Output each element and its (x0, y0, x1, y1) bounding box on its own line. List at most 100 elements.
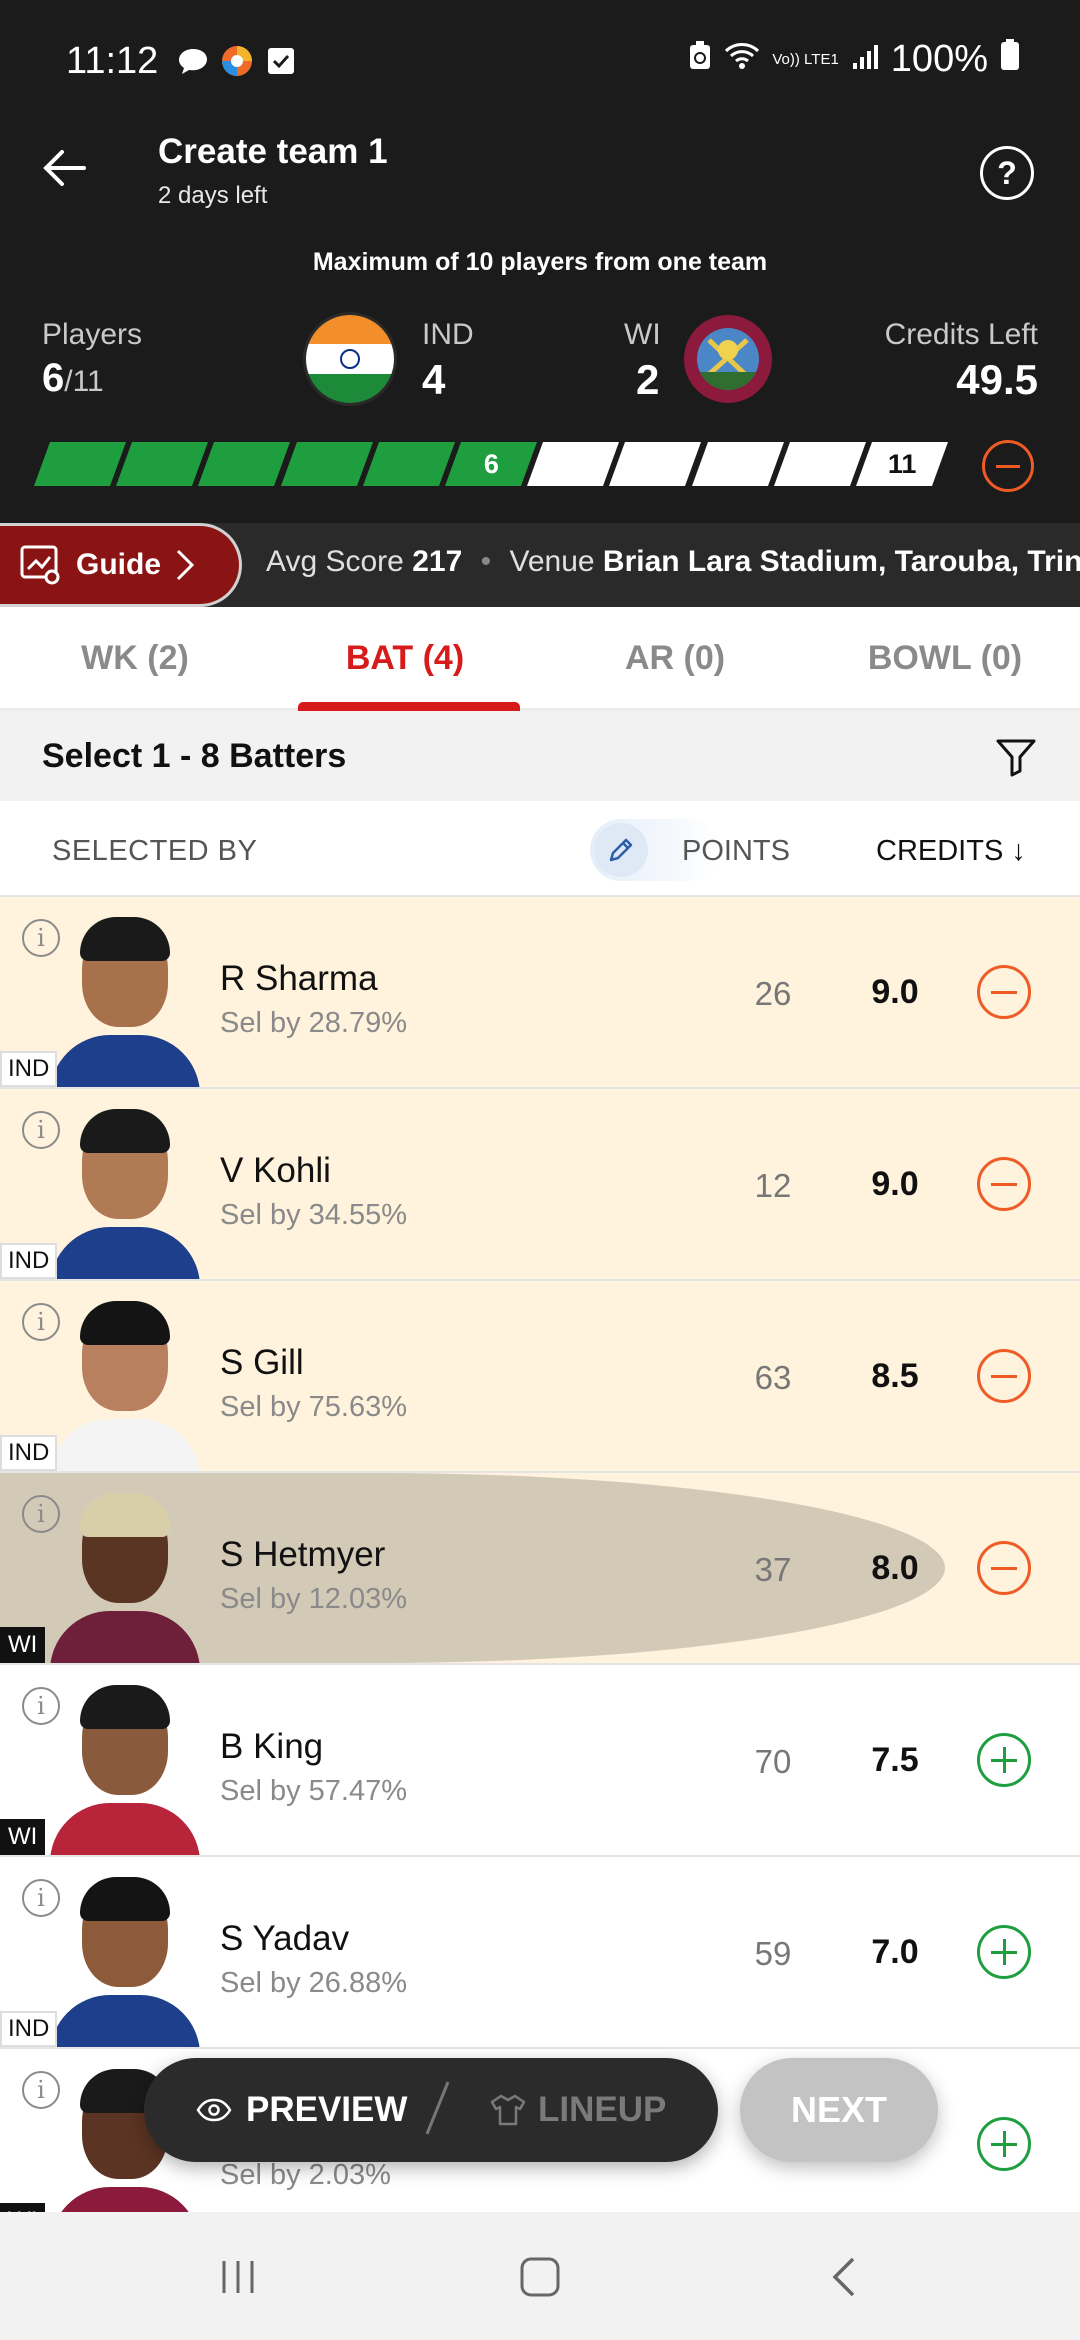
progress-segment: 11 (855, 442, 949, 486)
player-points: 37 (754, 1551, 792, 1588)
player-row[interactable]: i WI B King Sel by 57.47% 70 7.5 (0, 1665, 1080, 1857)
guide-button[interactable]: Guide (0, 523, 242, 607)
lineup-button[interactable]: LINEUP (490, 2090, 666, 2130)
chevron-right-icon (176, 549, 195, 581)
hair (80, 1685, 170, 1729)
hair (80, 1301, 170, 1345)
player-row[interactable]: i IND R Sharma Sel by 28.79% 26 9.0 (0, 897, 1080, 1089)
preview-lineup-bar: PREVIEW LINEUP (144, 2058, 718, 2162)
team-tag: IND (0, 1435, 58, 1471)
player-row[interactable]: i IND S Gill Sel by 75.63% 63 8.5 (0, 1281, 1080, 1473)
system-back-button[interactable] (814, 2252, 874, 2302)
status-time: 11:12 (66, 40, 159, 82)
home-button[interactable] (510, 2252, 570, 2302)
tab-bowl[interactable]: BOWL (0) (810, 607, 1080, 708)
player-photo (50, 1685, 200, 1855)
player-name: S Yadav (220, 1919, 350, 1958)
divider (425, 2081, 450, 2135)
selected-by-percent: Sel by 75.63% (220, 1391, 408, 1423)
progress-segment: 6 (444, 442, 538, 486)
home-icon (520, 2257, 560, 2297)
remove-player-button[interactable] (977, 965, 1031, 1019)
player-points: 59 (754, 1935, 792, 1972)
player-points: 63 (754, 1359, 792, 1396)
selected-by-percent: Sel by 28.79% (220, 1007, 408, 1039)
question-icon: ? (997, 154, 1017, 191)
player-list: i IND R Sharma Sel by 28.79% 26 9.0 i IND V Koh… (0, 897, 1080, 2241)
wifi-icon (724, 38, 760, 81)
recent-apps-button[interactable] (208, 2252, 268, 2302)
players-selected: 6 (42, 356, 65, 400)
jersey-icon (490, 2094, 526, 2126)
pencil-icon (609, 838, 633, 862)
preview-label: PREVIEW (246, 2090, 408, 2129)
credits-sort-header[interactable]: CREDITS ↓ (876, 835, 1026, 868)
tab-bat[interactable]: BAT (4) (270, 607, 540, 711)
eye-icon (196, 2098, 232, 2122)
column-header: SELECTED BY POINTS CREDITS ↓ (0, 801, 1080, 897)
add-player-button[interactable] (977, 1733, 1031, 1787)
help-button[interactable]: ? (980, 146, 1034, 200)
progress-segment (362, 442, 455, 486)
status-icons-left (176, 44, 298, 78)
player-credits: 8.0 (871, 1549, 919, 1587)
add-player-button[interactable] (977, 2117, 1031, 2171)
chevron-left-icon (832, 2257, 855, 2297)
add-player-button[interactable] (977, 1925, 1031, 1979)
checkbox-icon (264, 44, 298, 78)
player-points: 70 (754, 1743, 792, 1780)
remove-player-button[interactable] (977, 1541, 1031, 1595)
remove-player-button[interactable] (977, 1349, 1031, 1403)
tab-wk[interactable]: WK (2) (0, 607, 270, 708)
clear-team-button[interactable] (982, 440, 1034, 492)
hair (80, 1877, 170, 1921)
remove-player-button[interactable] (977, 1157, 1031, 1211)
preview-button[interactable]: PREVIEW (196, 2090, 407, 2130)
player-credits: 9.0 (871, 1165, 919, 1203)
next-button[interactable]: NEXT (740, 2058, 938, 2162)
back-button[interactable] (36, 140, 92, 196)
team-limit-note: Maximum of 10 players from one team (312, 248, 768, 276)
selection-progress-bar: 6 11 (33, 442, 949, 486)
team-tag: WI (0, 1627, 46, 1663)
credits-value: 49.5 (956, 356, 1038, 403)
filter-button[interactable] (994, 735, 1038, 779)
battery-text: 100% (890, 38, 988, 80)
player-name: S Gill (220, 1343, 304, 1382)
minus-icon (991, 1374, 1017, 1378)
plus-icon (991, 2131, 1017, 2157)
points-header[interactable]: POINTS (682, 835, 790, 868)
jersey (50, 1611, 200, 1663)
team-tag: IND (0, 1243, 58, 1279)
venue-value: Brian Lara Stadium, Tarouba, Trin (602, 545, 1080, 578)
avg-score-label: Avg Score (266, 545, 404, 578)
player-photo (50, 1301, 200, 1471)
progress-segment-label: 11 (887, 448, 917, 479)
jersey (50, 1995, 200, 2047)
match-info: Avg Score 217 • Venue Brian Lara Stadium… (266, 545, 1080, 579)
team-tag: IND (0, 2011, 58, 2047)
progress-segment (198, 442, 291, 486)
battery-saver-icon (688, 38, 712, 81)
separator-dot: • (480, 545, 492, 578)
guide-label: Guide (76, 548, 162, 581)
status-icons-right: Vo)) LTE1 100% (688, 38, 1020, 81)
player-row[interactable]: i IND V Kohli Sel by 34.55% 12 9.0 (0, 1089, 1080, 1281)
selected-by-header[interactable]: SELECTED BY (52, 835, 257, 868)
selected-by-percent: Sel by 57.47% (220, 1775, 408, 1807)
tab-ar[interactable]: AR (0) (540, 607, 810, 708)
player-name: B King (220, 1727, 324, 1766)
players-total: /11 (64, 365, 104, 398)
player-name: S Hetmyer (220, 1535, 386, 1574)
chat-icon (176, 44, 210, 78)
minus-icon (991, 1182, 1017, 1186)
system-nav-bar (0, 2212, 1080, 2340)
hair (80, 1493, 170, 1537)
selection-hint-row: Select 1 - 8 Batters (0, 711, 1080, 801)
player-photo (50, 1493, 200, 1663)
page-title: Create team 1 (158, 132, 388, 171)
player-row[interactable]: i WI S Hetmyer Sel by 12.03% 37 8.0 (0, 1473, 1080, 1665)
player-row[interactable]: i IND S Yadav Sel by 26.88% 59 7.0 (0, 1857, 1080, 2049)
guide-chart-icon (20, 545, 60, 585)
recents-icon (222, 2261, 254, 2293)
